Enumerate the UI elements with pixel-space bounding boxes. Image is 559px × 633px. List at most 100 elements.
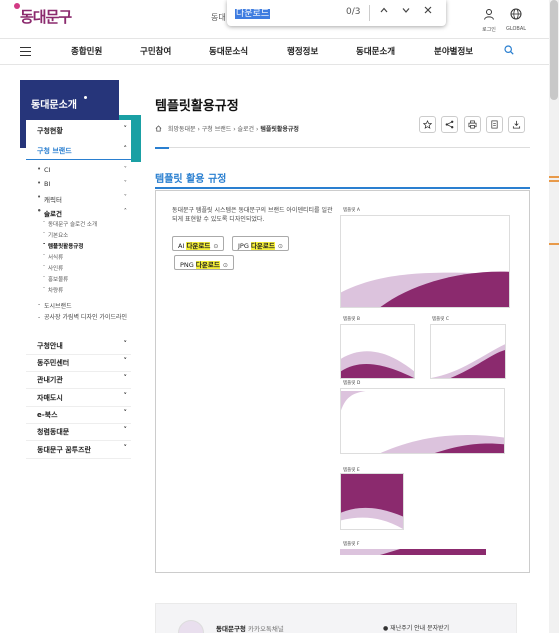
download-label: 다운로드 — [250, 242, 275, 250]
search-button[interactable] — [504, 45, 514, 58]
share-button[interactable] — [441, 116, 458, 133]
disaster-alert-label: 재난주기 안내 문자받기 — [390, 625, 450, 632]
sidebar-slogan-basic[interactable]: 기본요소 — [26, 230, 131, 242]
close-icon — [424, 6, 432, 14]
logo-mark-icon — [14, 3, 20, 9]
page-scrollbar[interactable] — [549, 0, 559, 633]
sidebar-slogan-vehicle[interactable]: 차량류 — [26, 285, 131, 297]
chevron-down-icon: ˅ — [123, 193, 127, 201]
download-page-button[interactable] — [508, 116, 525, 133]
sidebar-item-label: 구청현황 — [37, 127, 63, 135]
breadcrumb-item[interactable]: 희망동대문 — [168, 126, 196, 133]
download-format: PNG — [180, 261, 194, 269]
sidebar-subitem-ci[interactable]: CI ˅ — [26, 164, 131, 178]
chevron-up-icon: ˄ — [123, 145, 128, 153]
login-button[interactable]: 로그인 — [478, 5, 500, 33]
template-label: 템플릿 F — [343, 542, 360, 547]
template-preview-c — [430, 324, 506, 379]
chevron-down-icon: ˅ — [123, 357, 128, 365]
template-description: 동대문구 템플릿 시스템은 동대문구의 브랜드 아이덴티티를 일관되게 표현할 … — [172, 207, 333, 223]
download-label: 다운로드 — [186, 242, 211, 250]
breadcrumb-item[interactable]: 슬로건 — [238, 126, 255, 133]
page-title: 템플릿활용규정 — [155, 99, 239, 114]
sidebar-subitem-label: 캐릭터 — [44, 196, 62, 204]
chevron-up-icon — [380, 7, 388, 13]
title-divider — [155, 147, 530, 148]
template-wave-image — [340, 549, 486, 555]
find-input[interactable]: 다운로드 — [235, 6, 333, 21]
sidebar-item-status[interactable]: 구청현황 ˅ — [26, 120, 131, 140]
find-divider — [369, 5, 370, 21]
find-close-button[interactable] — [421, 5, 435, 21]
download-circle-icon: ⊙ — [222, 262, 228, 269]
sidebar-item-label: 동대문구 꿈투즈란 — [37, 446, 91, 454]
gnb-item-news[interactable]: 동대문소식 — [209, 45, 248, 57]
search-icon — [504, 45, 514, 55]
disaster-alert-link[interactable]: ● 재난주기 안내 문자받기 — [383, 623, 449, 632]
sidebar-item-brand[interactable]: 구청 브랜드 ˄ — [26, 140, 131, 160]
sidebar-item-label: 구청 브랜드 — [37, 147, 72, 155]
chevron-down-icon: ˅ — [123, 392, 128, 400]
sidebar-subitem-slogan[interactable]: 슬로건 ˄ — [26, 206, 131, 220]
chevron-down-icon: ˅ — [123, 409, 128, 417]
breadcrumb-item[interactable]: 구청 브랜드 — [202, 126, 232, 133]
find-query: 다운로드 — [235, 9, 271, 19]
template-label: 템플릿 A — [343, 208, 360, 213]
download-circle-icon: ⊙ — [213, 243, 219, 250]
channel-name-label: 동대문구청 — [216, 625, 246, 633]
login-label: 로그인 — [482, 27, 496, 33]
template-wave-image — [341, 271, 509, 307]
download-icon — [512, 120, 521, 129]
chevron-down-icon — [402, 8, 410, 13]
sidebar-slogan-template[interactable]: 템플릿활용규정 — [26, 241, 131, 253]
gnb-item-admin[interactable]: 행정정보 — [287, 45, 318, 57]
download-ai-button[interactable]: AI 다운로드 ⊙ — [172, 236, 225, 251]
print-button[interactable] — [464, 116, 481, 133]
sidebar-slogan-signs[interactable]: 사인류 — [26, 263, 131, 275]
channel-type: 카카오톡채널 — [247, 625, 284, 633]
find-prev-button[interactable] — [377, 5, 391, 21]
print-icon — [468, 120, 477, 129]
home-icon[interactable] — [155, 125, 162, 132]
favorite-button[interactable] — [419, 116, 436, 133]
sidebar-item-integrity[interactable]: 청렴동대문 ˅ — [26, 421, 131, 441]
breadcrumb: 희망동대문 › 구청 브랜드 › 슬로건 › 템플릿활용규정 — [155, 124, 299, 133]
chevron-down-icon: ˅ — [123, 179, 127, 187]
section-title: 템플릿 활용 규정 — [155, 174, 227, 185]
channel-name[interactable]: 동대문구청 카카오톡채널 — [216, 623, 284, 633]
global-button[interactable]: GLOBAL — [505, 5, 527, 32]
template-preview-d — [340, 388, 505, 454]
template-label: 템플릿 B — [343, 317, 360, 322]
sidebar-subitem-character[interactable]: 캐릭터 ˅ — [26, 192, 131, 206]
find-match-marker — [549, 176, 559, 178]
menu-icon[interactable] — [20, 47, 31, 59]
download-png-button[interactable]: PNG 다운로드 ⊙ — [174, 255, 234, 270]
chat-icon: ● — [383, 625, 389, 632]
sidebar-construction-guide[interactable]: 공사장 가림벽 디자인 가이드라인 — [26, 313, 131, 335]
chevron-down-icon: ˅ — [123, 374, 128, 382]
sidebar-item-dream[interactable]: 동대문구 꿈투즈란 ˅ — [26, 439, 131, 459]
sidebar-city-brand[interactable]: 도시브랜드 — [26, 301, 131, 313]
scrollbar-thumb[interactable] — [550, 0, 558, 100]
gnb-item-field[interactable]: 분야별정보 — [434, 45, 473, 57]
sidebar-subitem-bi[interactable]: BI ˅ — [26, 178, 131, 192]
globe-icon — [510, 8, 522, 20]
attachment-button[interactable] — [486, 116, 503, 133]
sidebar-slogan-promo[interactable]: 홍보물류 — [26, 274, 131, 286]
find-next-button[interactable] — [399, 5, 413, 21]
main-navigation: 종합민원 구민참여 동대문소식 행정정보 동대문소개 분야별정보 — [0, 38, 549, 65]
breadcrumb-current: 템플릿활용규정 — [260, 126, 299, 133]
sidebar-slogan-forms[interactable]: 서식류 — [26, 252, 131, 264]
site-logo[interactable]: 동대문구 — [14, 3, 72, 27]
sidebar-item-agencies[interactable]: 관내기관 ˅ — [26, 369, 131, 389]
gnb-item-intro[interactable]: 동대문소개 — [356, 45, 395, 57]
sidebar-slogan-intro[interactable]: 동대문구 슬로건 소개 — [26, 219, 131, 231]
chevron-down-icon: ˅ — [123, 165, 127, 173]
gnb-item-civil[interactable]: 종합민원 — [71, 45, 102, 57]
footer-channel-banner — [155, 603, 517, 633]
gnb-item-participation[interactable]: 구민참여 — [140, 45, 171, 57]
chevron-down-icon: ˅ — [123, 125, 128, 133]
template-wave-image — [341, 474, 403, 529]
download-jpg-button[interactable]: JPG 다운로드 ⊙ — [232, 236, 289, 251]
template-wave-image — [341, 390, 504, 453]
